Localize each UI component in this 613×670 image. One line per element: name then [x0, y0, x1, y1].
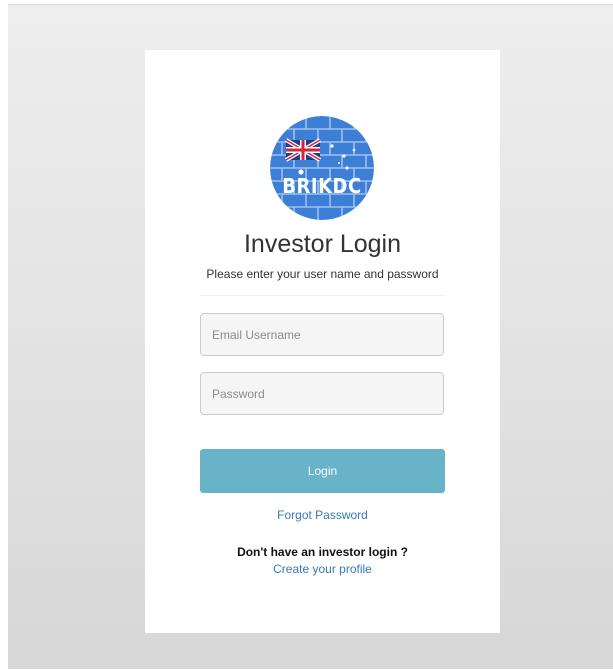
page-background: BRIKDC Investor Login Please enter your …: [8, 4, 613, 669]
divider: [200, 295, 445, 296]
no-login-prompt: Don't have an investor login ?: [237, 545, 408, 559]
login-instructions: Please enter your user name and password: [206, 267, 439, 281]
logo-text: BRIKDC: [282, 174, 362, 199]
forgot-password-link[interactable]: Forgot Password: [145, 508, 500, 522]
login-card: BRIKDC Investor Login Please enter your …: [145, 50, 500, 633]
create-profile-link[interactable]: Create your profile: [145, 562, 500, 576]
email-username-input[interactable]: [200, 313, 444, 356]
brikdc-logo-image: [270, 116, 374, 220]
australian-flag-icon: [284, 138, 322, 162]
page-title: Investor Login: [243, 230, 402, 258]
brikdc-logo: BRIKDC: [270, 116, 374, 220]
login-button[interactable]: Login: [200, 449, 445, 493]
password-input[interactable]: [200, 372, 444, 415]
